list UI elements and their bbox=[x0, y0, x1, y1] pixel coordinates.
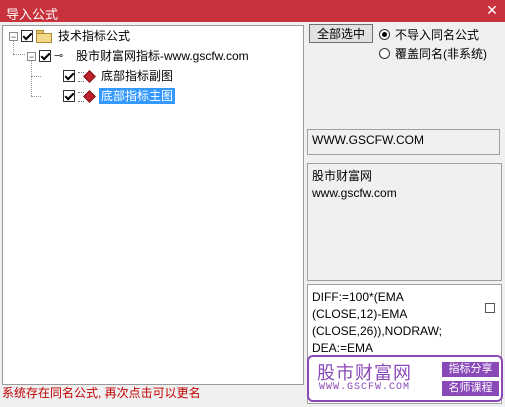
tree-connector bbox=[31, 96, 41, 97]
root-checkbox[interactable] bbox=[21, 30, 33, 42]
code-line: (CLOSE,12)-EMA bbox=[312, 307, 408, 321]
radio-label: 覆盖同名(非系统) bbox=[395, 47, 487, 61]
tree-node-label: 技术指标公式 bbox=[58, 29, 131, 43]
collapse-icon[interactable]: − bbox=[27, 51, 36, 61]
source-url-field: WWW.GSCFW.COM bbox=[307, 129, 500, 155]
close-icon[interactable]: ✕ bbox=[483, 1, 501, 19]
tree-node-label: 底部指标副图 bbox=[101, 69, 174, 83]
window-title: 导入公式 bbox=[6, 7, 59, 22]
description-line: 股市财富网 bbox=[312, 169, 373, 183]
watermark-tag: 指标分享 bbox=[442, 362, 499, 377]
watermark-url: WWW.GSCFW.COM bbox=[319, 382, 411, 393]
code-line: DIFF:=100*(EMA bbox=[312, 290, 404, 304]
formula-icon bbox=[78, 70, 96, 83]
radio-skip-duplicates[interactable]: 不导入同名公式 bbox=[379, 26, 479, 43]
collapse-icon[interactable]: − bbox=[9, 31, 18, 41]
watermark-logo: 股市财富网 WWW.GSCFW.COM 指标分享 名师课程 bbox=[307, 355, 503, 402]
import-formula-dialog: − 技术指标公式 − ⊸ 股市财富网指标-www.gscfw.com 底部指标副… bbox=[0, 22, 505, 407]
tree-node-label: 股市财富网指标-www.gscfw.com bbox=[76, 49, 249, 63]
code-line: (CLOSE,26)),NODRAW; bbox=[312, 324, 443, 338]
radio-button[interactable] bbox=[379, 48, 390, 59]
formula-checkbox[interactable] bbox=[63, 90, 75, 102]
description-line: www.gscfw.com bbox=[312, 186, 397, 200]
formula-tree[interactable]: − 技术指标公式 − ⊸ 股市财富网指标-www.gscfw.com 底部指标副… bbox=[2, 25, 304, 385]
group-checkbox[interactable] bbox=[39, 50, 51, 62]
folder-icon bbox=[36, 30, 52, 43]
key-icon: ⊸ bbox=[54, 50, 64, 62]
tree-node-formula[interactable]: 底部指标副图 bbox=[63, 68, 175, 84]
status-message: 系统存在同名公式, 再次点击可以更名 bbox=[2, 386, 201, 400]
tree-connector bbox=[31, 60, 32, 96]
tree-node-root[interactable]: − 技术指标公式 bbox=[9, 28, 132, 44]
code-checkbox[interactable] bbox=[485, 303, 495, 313]
tree-connector bbox=[13, 54, 25, 55]
tree-node-group[interactable]: − ⊸ 股市财富网指标-www.gscfw.com bbox=[27, 48, 251, 64]
radio-overwrite-duplicates[interactable]: 覆盖同名(非系统) bbox=[379, 45, 487, 62]
tree-connector bbox=[31, 76, 41, 77]
formula-icon bbox=[78, 90, 96, 103]
title-bar: 导入公式 ✕ bbox=[0, 0, 505, 22]
radio-button[interactable] bbox=[379, 29, 390, 40]
formula-checkbox[interactable] bbox=[63, 70, 75, 82]
formula-description: 股市财富网 www.gscfw.com bbox=[307, 163, 502, 281]
select-all-button[interactable]: 全部选中 bbox=[309, 24, 373, 43]
tree-node-formula[interactable]: 底部指标主图 bbox=[63, 88, 176, 104]
watermark-tag: 名师课程 bbox=[442, 381, 499, 396]
tree-node-label-selected: 底部指标主图 bbox=[99, 88, 176, 104]
radio-label: 不导入同名公式 bbox=[395, 28, 480, 42]
